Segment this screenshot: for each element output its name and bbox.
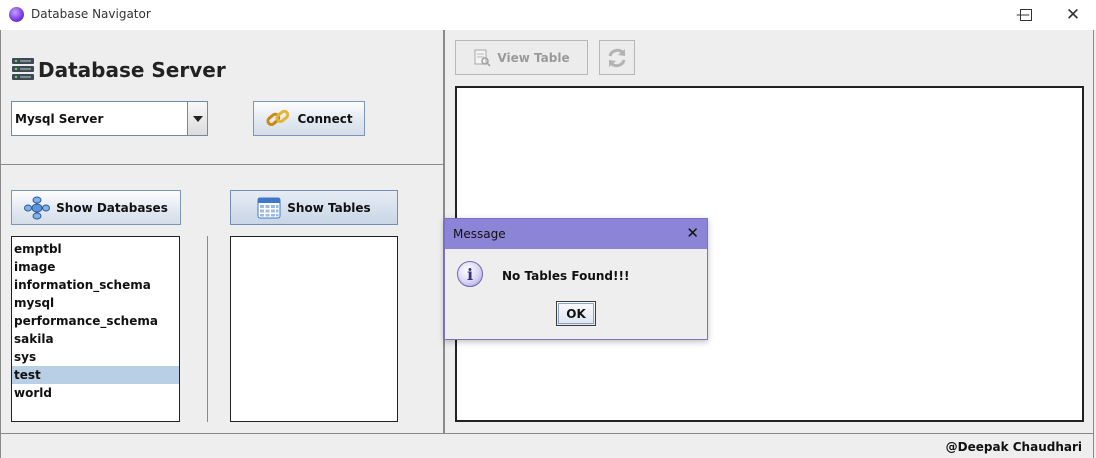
show-databases-button[interactable]: Show Databases — [11, 190, 181, 225]
dialog-message: No Tables Found!!! — [502, 269, 630, 283]
server-select[interactable]: Mysql Server — [11, 101, 208, 136]
info-icon: i — [457, 261, 483, 287]
chevron-down-icon — [192, 115, 203, 122]
show-databases-label: Show Databases — [56, 200, 168, 215]
database-network-icon — [24, 196, 51, 219]
connect-button-label: Connect — [297, 111, 353, 126]
dialog-title: Message — [453, 227, 506, 241]
table-grid-icon — [257, 197, 281, 218]
database-list-item[interactable]: information_schema — [12, 276, 179, 294]
server-select-value: Mysql Server — [15, 112, 104, 126]
database-list-item[interactable]: image — [12, 258, 179, 276]
database-list-item[interactable]: sys — [12, 348, 179, 366]
database-list[interactable]: emptbl image information_schema mysql perfor… — [11, 236, 180, 422]
show-tables-label: Show Tables — [287, 200, 371, 215]
close-icon[interactable]: ✕ — [1050, 0, 1096, 30]
refresh-icon — [608, 48, 626, 67]
link-chain-icon — [266, 109, 290, 126]
database-list-item[interactable]: mysql — [12, 294, 179, 312]
database-list-item[interactable]: performance_schema — [12, 312, 179, 330]
refresh-button[interactable] — [599, 40, 635, 75]
table-list[interactable] — [230, 236, 398, 422]
server-icon — [12, 58, 34, 80]
view-table-label: View Table — [497, 50, 570, 65]
ok-button[interactable]: OK — [556, 301, 596, 326]
app-icon — [9, 7, 24, 22]
maximize-icon[interactable] — [1003, 0, 1049, 30]
dialog-close-icon[interactable]: ✕ — [686, 224, 699, 242]
frame-right-border — [1093, 30, 1094, 458]
dialog-title-bar: Message ✕ — [445, 219, 707, 249]
database-list-item[interactable]: emptbl — [12, 240, 179, 258]
list-separator — [207, 236, 208, 422]
window-title-bar — [0, 0, 1096, 30]
server-panel-bottom — [0, 164, 444, 165]
server-heading: Database Server — [38, 58, 226, 82]
footer-divider — [0, 433, 1094, 434]
view-document-icon — [474, 49, 491, 67]
show-tables-button[interactable]: Show Tables — [230, 190, 398, 225]
frame-left-border — [0, 30, 1, 458]
message-dialog: Message ✕ i No Tables Found!!! OK — [444, 218, 708, 340]
database-list-item[interactable]: test — [12, 366, 179, 384]
view-table-button[interactable]: View Table — [455, 40, 588, 75]
server-select-dropdown-button[interactable] — [187, 102, 207, 135]
database-list-item[interactable]: world — [12, 384, 179, 402]
footer-credit: @Deepak Chaudhari — [945, 440, 1082, 454]
connect-button[interactable]: Connect — [253, 101, 365, 136]
window-title: Database Navigator — [31, 7, 151, 21]
database-list-item[interactable]: sakila — [12, 330, 179, 348]
